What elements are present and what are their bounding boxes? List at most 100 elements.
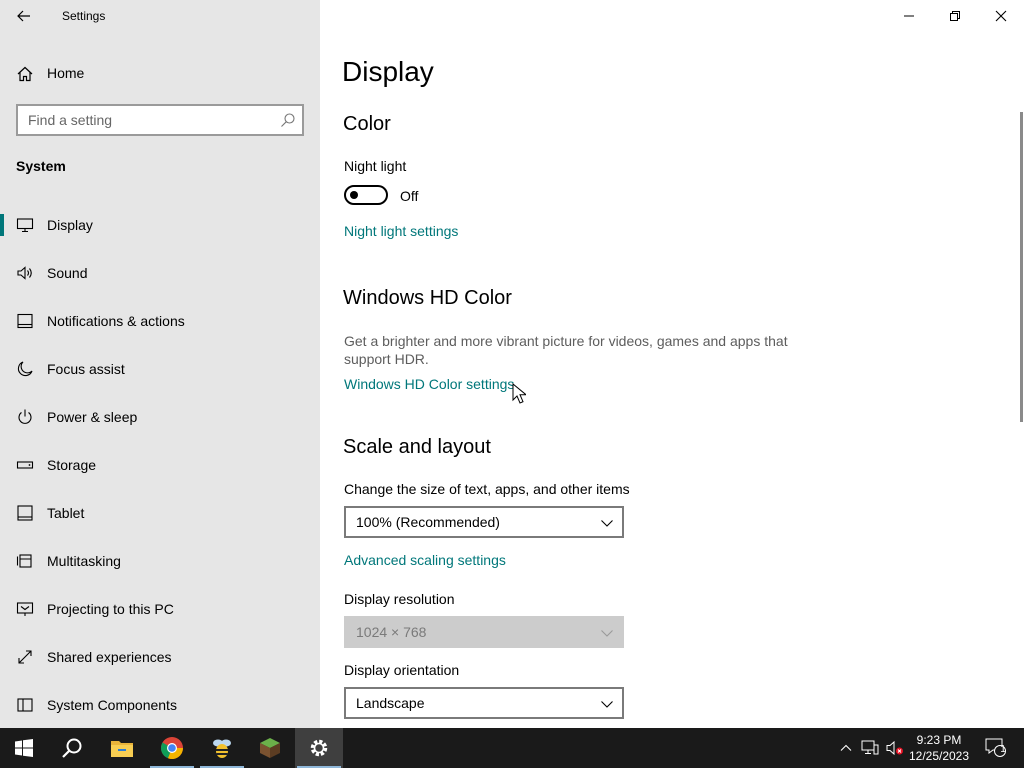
taskbar-file-explorer[interactable]: [98, 728, 146, 768]
hd-color-description: Get a brighter and more vibrant picture …: [344, 333, 788, 367]
sidebar-item-system-components[interactable]: System Components: [0, 680, 320, 728]
chevron-down-icon: [601, 701, 613, 708]
sidebar-item-multitasking[interactable]: Multitasking: [0, 536, 320, 584]
sidebar-item-label: Shared experiences: [47, 649, 172, 665]
sidebar-item-label: Multitasking: [47, 553, 121, 569]
home-icon: [17, 66, 33, 82]
minecraft-icon: [260, 738, 280, 758]
taskbar-bee-app[interactable]: [198, 728, 246, 768]
taskbar-clock[interactable]: 9:23 PM 12/25/2023: [902, 732, 976, 764]
tablet-icon: [17, 505, 33, 521]
sidebar-item-label: Tablet: [47, 505, 85, 521]
network-icon: [861, 740, 879, 755]
sidebar-item-storage[interactable]: Storage: [0, 440, 320, 488]
sidebar-item-label: Projecting to this PC: [47, 601, 174, 617]
minimize-icon: [904, 15, 914, 17]
sidebar-item-display[interactable]: Display: [0, 200, 320, 248]
chevron-up-icon: [840, 744, 852, 751]
search-icon: [62, 738, 82, 758]
orientation-dropdown[interactable]: Landscape: [344, 687, 624, 719]
notifications-icon: [17, 313, 33, 329]
start-button[interactable]: [0, 728, 48, 768]
vertical-scrollbar[interactable]: [1020, 112, 1023, 422]
scale-value: 100% (Recommended): [356, 514, 500, 530]
clock-date: 12/25/2023: [908, 749, 970, 763]
sidebar-item-label: Sound: [47, 265, 88, 281]
sidebar-item-power-sleep[interactable]: Power & sleep: [0, 392, 320, 440]
minimize-button[interactable]: [886, 0, 932, 32]
restore-icon: [950, 11, 960, 21]
orientation-label: Display orientation: [344, 662, 460, 678]
speaker-icon: [17, 266, 32, 280]
network-tray-button[interactable]: [860, 738, 880, 758]
taskbar-settings[interactable]: [295, 728, 343, 768]
sidebar-item-label: Notifications & actions: [47, 313, 185, 329]
mouse-cursor-icon: [512, 383, 526, 404]
hd-color-settings-link[interactable]: Windows HD Color settings: [344, 376, 514, 392]
sidebar-item-sound[interactable]: Sound: [0, 248, 320, 296]
sidebar-item-notifications[interactable]: Notifications & actions: [0, 296, 320, 344]
taskbar-search-button[interactable]: [48, 728, 96, 768]
resolution-value: 1024 × 768: [356, 624, 427, 640]
orientation-value: Landscape: [356, 695, 425, 711]
back-arrow-icon: [17, 10, 30, 22]
home-label: Home: [47, 65, 85, 81]
multitasking-icon: [16, 554, 32, 568]
toggle-knob: [350, 191, 358, 199]
scale-dropdown[interactable]: 100% (Recommended): [344, 506, 624, 538]
storage-icon: [16, 461, 34, 469]
resolution-dropdown: 1024 × 768: [344, 616, 624, 648]
night-light-toggle[interactable]: [344, 185, 388, 205]
restore-button[interactable]: [932, 0, 978, 32]
scale-layout-heading: Scale and layout: [343, 436, 491, 458]
system-nav-list: Display Sound Notifications & actions Fo…: [0, 200, 320, 728]
night-light-state: Off: [400, 188, 419, 204]
search-box[interactable]: [16, 104, 304, 136]
settings-icon: [310, 739, 328, 757]
title-bar: Settings: [0, 0, 320, 32]
monitor-icon: [16, 218, 34, 233]
notification-count-badge: 1: [1000, 744, 1006, 755]
sidebar-item-label: Display: [47, 217, 93, 233]
sidebar-item-focus-assist[interactable]: Focus assist: [0, 344, 320, 392]
components-icon: [17, 698, 33, 712]
moon-icon: [17, 361, 33, 377]
chevron-down-icon: [601, 630, 613, 637]
home-nav-item[interactable]: Home: [0, 56, 320, 90]
search-icon[interactable]: [280, 112, 296, 128]
section-header-system: System: [16, 158, 66, 174]
app-title: Settings: [62, 9, 106, 23]
taskbar-minecraft[interactable]: [246, 728, 294, 768]
action-center-button[interactable]: 1: [984, 738, 1008, 758]
night-light-label: Night light: [344, 158, 407, 174]
sidebar-item-projecting[interactable]: Projecting to this PC: [0, 584, 320, 632]
taskbar: 9:23 PM 12/25/2023 1: [0, 728, 1024, 768]
bee-app-icon: [213, 739, 231, 758]
close-icon: [995, 10, 1007, 22]
advanced-scaling-link[interactable]: Advanced scaling settings: [344, 552, 506, 568]
start-icon: [15, 739, 33, 757]
power-icon: [18, 409, 32, 424]
clock-time: 9:23 PM: [916, 733, 962, 747]
chevron-down-icon: [601, 520, 613, 527]
close-button[interactable]: [978, 0, 1024, 32]
sidebar-item-label: Power & sleep: [47, 409, 138, 425]
sidebar-item-tablet[interactable]: Tablet: [0, 488, 320, 536]
projecting-icon: [16, 602, 34, 616]
color-heading: Color: [343, 113, 391, 135]
sidebar-item-label: System Components: [47, 697, 177, 713]
show-hidden-icons-button[interactable]: [836, 738, 856, 758]
sidebar-item-label: Focus assist: [47, 361, 125, 377]
search-input[interactable]: [28, 111, 273, 129]
file-explorer-icon: [111, 741, 133, 757]
sidebar-item-shared-experiences[interactable]: Shared experiences: [0, 632, 320, 680]
content-pane: Display Color Night light Off Night ligh…: [320, 0, 1024, 728]
resolution-label: Display resolution: [344, 591, 455, 607]
sidebar-item-label: Storage: [47, 457, 97, 473]
chrome-icon: [160, 737, 184, 760]
night-light-settings-link[interactable]: Night light settings: [344, 223, 458, 239]
sidebar: Settings Home System Display Sound Notif…: [0, 0, 320, 728]
taskbar-chrome[interactable]: [148, 728, 196, 768]
back-button[interactable]: [8, 0, 40, 32]
hd-color-heading: Windows HD Color: [343, 287, 512, 309]
